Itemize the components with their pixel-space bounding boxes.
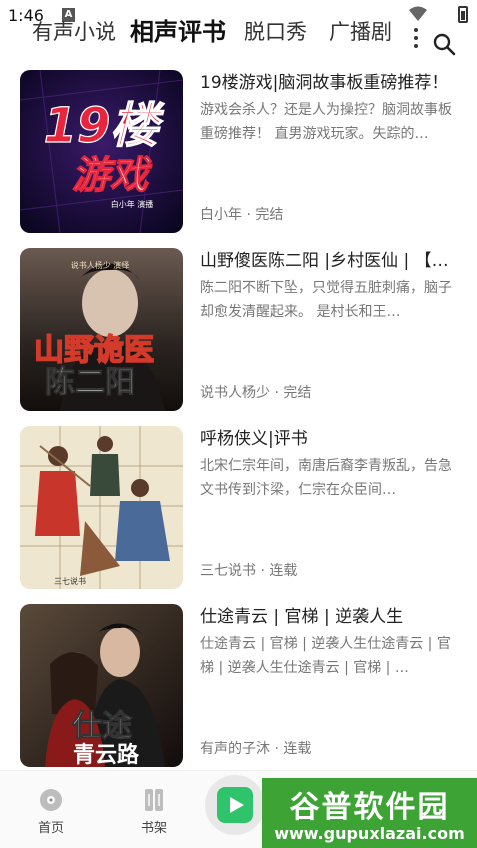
play-icon	[217, 787, 253, 823]
nav-bookshelf-label: 书架	[140, 821, 167, 836]
tab-audio-novel[interactable]: 有声小说	[32, 14, 116, 50]
item-meta: 白小年 · 完结	[200, 207, 284, 223]
list-item[interactable]: 仕途 青云路 仕途青云 | 官梯 | 逆袭人生 仕途青云 | 官梯 | 逆袭人生…	[20, 604, 460, 768]
cover-title: 山野诡医	[34, 333, 154, 368]
item-meta: 三七说书 · 连载	[200, 563, 298, 579]
bookshelf-icon	[145, 789, 163, 811]
item-title: 山野傻医陈二阳 |乡村医仙 | 【…	[200, 251, 449, 271]
tab-talk-show[interactable]: 脱口秀	[244, 14, 307, 50]
item-description: 北宋仁宗年间，南唐后裔李青叛乱，告急文书传到汴梁，仁宗在众臣间…	[200, 458, 452, 498]
more-vertical-icon[interactable]	[412, 24, 420, 54]
category-tabs: 有声小说 相声评书 脱口秀 广播剧	[0, 14, 477, 56]
cover-subtitle: 游戏	[72, 153, 153, 197]
play-button[interactable]	[205, 775, 265, 835]
cover-image: 仕途 青云路	[20, 604, 183, 767]
cover-image: 三七说书	[20, 426, 183, 589]
watermark-url: www.gupuxlazai.com	[274, 824, 465, 843]
item-title: 仕途青云 | 官梯 | 逆袭人生	[200, 607, 404, 627]
cover-title: 仕途	[71, 709, 133, 744]
item-meta: 有声的子沐 · 连载	[200, 741, 312, 757]
nav-home[interactable]: 首页	[21, 787, 81, 836]
list-item[interactable]: 三七说书 呼杨侠义|评书 北宋仁宗年间，南唐后裔李青叛乱，告急文书传到汴梁，仁宗…	[20, 426, 460, 590]
tab-radio-drama[interactable]: 广播剧	[329, 14, 392, 50]
item-title: 19楼游戏|脑洞故事板重磅推荐！	[200, 73, 449, 93]
cover-title: 19楼	[44, 98, 166, 154]
item-description: 陈二阳不断下坠，只觉得五脏刺痛，脑子却愈发清醒起来。 是村长和王…	[200, 280, 452, 320]
list-item[interactable]: 19楼 游戏 白小年 演播 19楼游戏|脑洞故事板重磅推荐！ 游戏会杀人？还是人…	[20, 70, 460, 234]
item-title: 呼杨侠义|评书	[200, 429, 308, 449]
cover-subtitle: 陈二阳	[45, 365, 135, 400]
nav-bookshelf[interactable]: 书架	[124, 787, 184, 836]
watermark-logo: 谷普软件园 www.gupuxlazai.com	[262, 778, 477, 848]
cover-subtitle: 青云路	[73, 742, 140, 767]
cover-image: 说书人杨少 演绎 山野诡医 陈二阳	[20, 248, 183, 411]
item-description: 游戏会杀人？还是人为操控？脑洞故事板重磅推荐！ 直男游戏玩家。失踪的…	[200, 102, 452, 142]
nav-home-label: 首页	[37, 821, 64, 836]
item-description: 仕途青云 | 官梯 | 逆袭人生仕途青云 | 官梯 | 逆袭人生仕途青云 | 官…	[200, 636, 451, 676]
disc-icon	[40, 789, 62, 811]
cover-top-text: 说书人杨少 演绎	[71, 260, 130, 270]
tab-crosstalk-storytelling[interactable]: 相声评书	[130, 14, 226, 50]
list-item[interactable]: 说书人杨少 演绎 山野诡医 陈二阳 山野傻医陈二阳 |乡村医仙 | 【… 陈二阳…	[20, 248, 460, 412]
item-meta: 说书人杨少 · 完结	[200, 385, 312, 401]
cover-image: 19楼 游戏 白小年 演播	[20, 70, 183, 233]
cover-narrator: 白小年 演播	[111, 199, 154, 209]
cover-bottom-text: 三七说书	[54, 576, 86, 586]
search-icon[interactable]	[432, 32, 456, 56]
watermark-title: 谷普软件园	[289, 790, 450, 825]
